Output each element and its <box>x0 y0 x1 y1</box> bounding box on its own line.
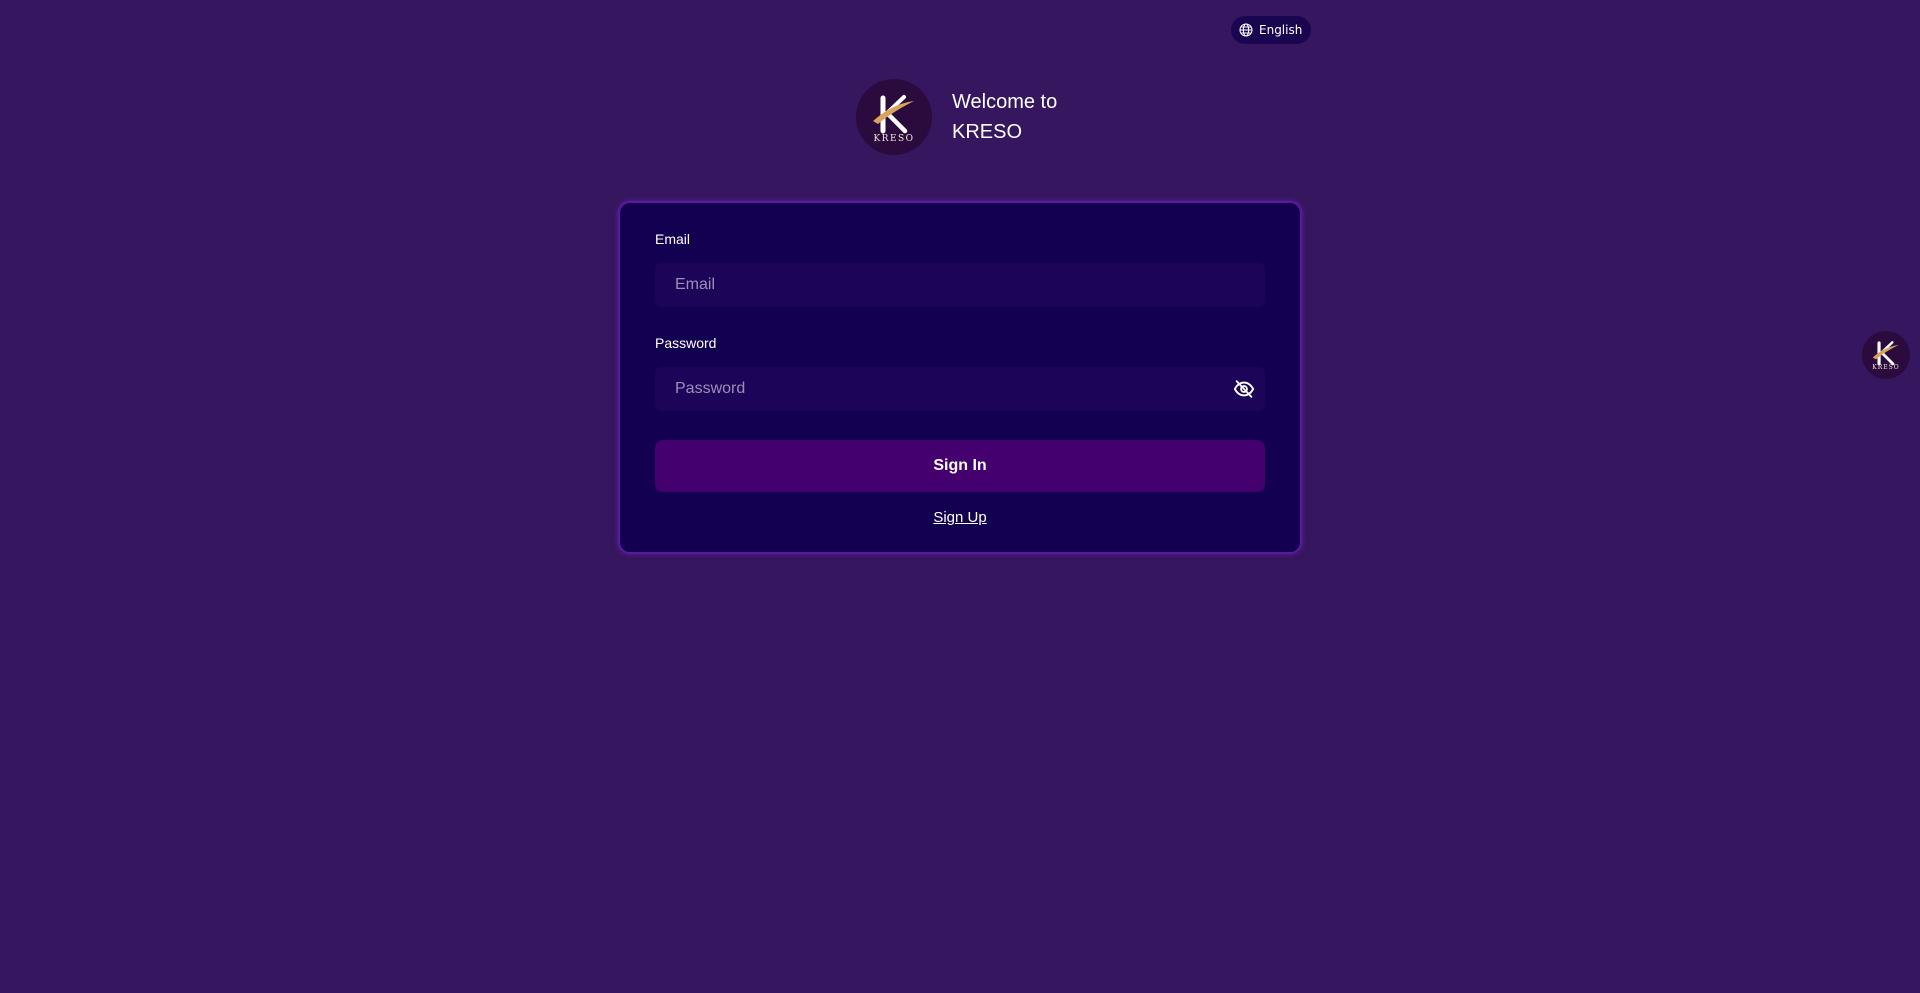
login-card: Email Password Sign In Sign Up <box>618 201 1302 554</box>
eye-off-icon[interactable] <box>1233 378 1255 400</box>
floating-logo-button[interactable]: KRESO <box>1862 331 1910 379</box>
logo-text: KRESO <box>873 134 915 144</box>
language-selector[interactable]: English <box>1231 16 1312 44</box>
login-page: English KRESO Welcome to KRESO Email Pas… <box>0 0 1920 993</box>
kreso-logo: KRESO <box>856 79 932 155</box>
welcome-heading: Welcome to KRESO <box>952 87 1057 147</box>
floating-logo-text: KRESO <box>1872 364 1900 371</box>
welcome-line-2: KRESO <box>952 121 1023 143</box>
sign-up-link[interactable]: Sign Up <box>933 509 986 526</box>
email-input[interactable] <box>655 263 1265 307</box>
header: KRESO Welcome to KRESO <box>856 79 1057 155</box>
sign-up-container: Sign Up <box>620 509 1300 526</box>
password-input[interactable] <box>655 367 1265 411</box>
globe-icon <box>1238 22 1254 38</box>
password-field-wrapper <box>655 367 1265 411</box>
email-field-wrapper <box>655 263 1265 307</box>
password-label: Password <box>655 335 717 351</box>
sign-in-button[interactable]: Sign In <box>655 440 1265 492</box>
welcome-line-1: Welcome to <box>952 91 1058 113</box>
email-label: Email <box>655 231 691 247</box>
language-label: English <box>1259 23 1303 37</box>
